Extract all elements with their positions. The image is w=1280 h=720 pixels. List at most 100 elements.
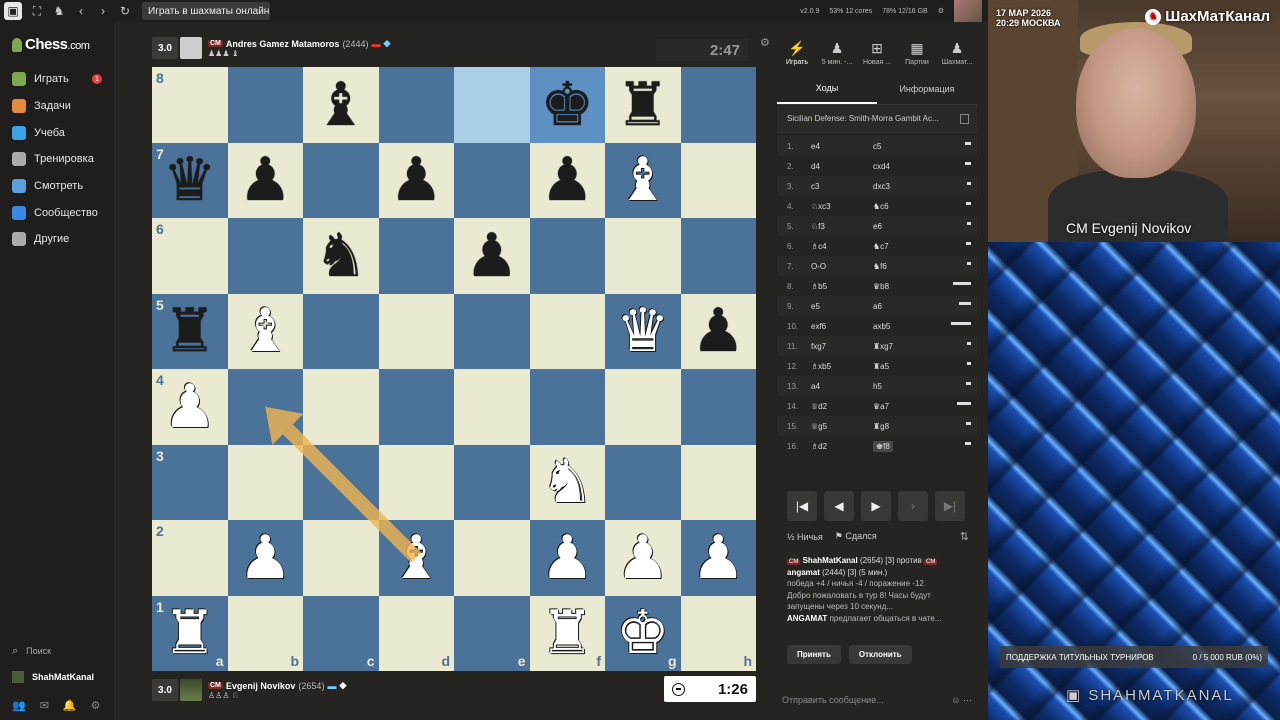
black-move[interactable]: e6 bbox=[873, 222, 882, 231]
tab-moves[interactable]: Ходы bbox=[777, 73, 877, 104]
white-bishop-icon[interactable]: ♝ bbox=[616, 150, 670, 210]
square-g1[interactable]: g ♚ bbox=[605, 595, 681, 671]
browser-tab[interactable]: Играть в шахматы онлайн ... bbox=[142, 2, 270, 20]
square-h5[interactable]: ♟ bbox=[680, 293, 756, 369]
back-icon[interactable]: ‹ bbox=[70, 0, 92, 22]
square-c1[interactable]: c bbox=[303, 595, 379, 671]
square-a6[interactable]: 6 bbox=[152, 218, 228, 294]
mail-icon[interactable]: ✉ bbox=[40, 699, 49, 712]
white-queen-icon[interactable]: ♛ bbox=[616, 301, 670, 361]
white-move[interactable]: ♗c4 bbox=[811, 242, 873, 251]
panel-tab-1[interactable]: ♟ 5 мин. -... bbox=[817, 33, 857, 73]
first-move-button[interactable]: |◀ bbox=[787, 491, 817, 521]
black-rook-icon[interactable]: ♜ bbox=[616, 75, 670, 135]
square-e8[interactable] bbox=[454, 67, 530, 143]
square-b2[interactable]: ♟ bbox=[227, 520, 303, 596]
square-f3[interactable]: ♞ bbox=[529, 444, 605, 520]
black-move[interactable]: h5 bbox=[873, 382, 882, 391]
square-a1[interactable]: 1 a ♜ bbox=[152, 595, 228, 671]
white-rook-icon[interactable]: ♜ bbox=[163, 603, 217, 663]
white-bishop-icon[interactable]: ♝ bbox=[389, 528, 443, 588]
white-move[interactable]: e4 bbox=[811, 142, 873, 151]
square-h3[interactable] bbox=[680, 444, 756, 520]
white-move[interactable]: ♕g5 bbox=[811, 422, 873, 431]
square-e2[interactable] bbox=[454, 520, 530, 596]
forward-icon[interactable]: › bbox=[92, 0, 114, 22]
panel-tab-4[interactable]: ♟ Шахмат... bbox=[937, 33, 977, 73]
sidebar-item-4[interactable]: Смотреть bbox=[0, 173, 114, 200]
white-move[interactable]: ♕d2 bbox=[811, 402, 873, 411]
square-a3[interactable]: 3 bbox=[152, 444, 228, 520]
square-b6[interactable] bbox=[227, 218, 303, 294]
square-g2[interactable]: ♟ bbox=[605, 520, 681, 596]
black-move[interactable]: c5 bbox=[873, 142, 881, 151]
white-move[interactable]: ♘f3 bbox=[811, 222, 873, 231]
sidebar-item-5[interactable]: Сообщество bbox=[0, 199, 114, 226]
white-move[interactable]: exf6 bbox=[811, 322, 873, 331]
square-f7[interactable]: ♟ bbox=[529, 142, 605, 218]
square-f4[interactable] bbox=[529, 369, 605, 445]
black-knight-icon[interactable]: ♞ bbox=[314, 226, 368, 286]
last-move-button[interactable]: ▶| bbox=[935, 491, 965, 521]
extension-icon[interactable]: ♞ bbox=[48, 0, 70, 22]
white-bishop-icon[interactable]: ♝ bbox=[238, 301, 292, 361]
tab-info[interactable]: Информация bbox=[877, 73, 977, 104]
prev-move-button[interactable]: ◀ bbox=[824, 491, 854, 521]
white-king-icon[interactable]: ♚ bbox=[616, 603, 670, 663]
square-h7[interactable] bbox=[680, 142, 756, 218]
black-king-icon[interactable]: ♚ bbox=[540, 75, 594, 135]
chesscom-logo[interactable]: Chess.com bbox=[12, 36, 90, 53]
settings-icon[interactable]: ⚙ bbox=[938, 7, 944, 15]
emoji-icon[interactable]: ☺ ⋯ bbox=[951, 695, 972, 706]
black-pawn-icon[interactable]: ♟ bbox=[691, 301, 745, 361]
black-move[interactable]: ♜xg7 bbox=[873, 342, 893, 351]
resign-button[interactable]: ⚑ Сдался bbox=[835, 531, 877, 542]
square-d4[interactable] bbox=[378, 369, 454, 445]
square-a4[interactable]: 4 ♟ bbox=[152, 369, 228, 445]
black-move[interactable]: ♜g8 bbox=[873, 422, 889, 431]
square-c8[interactable]: ♝ bbox=[303, 67, 379, 143]
square-b8[interactable] bbox=[227, 67, 303, 143]
square-b4[interactable] bbox=[227, 369, 303, 445]
square-c6[interactable]: ♞ bbox=[303, 218, 379, 294]
white-move[interactable]: ♗xb5 bbox=[811, 362, 873, 371]
black-pawn-icon[interactable]: ♟ bbox=[389, 150, 443, 210]
white-pawn-icon[interactable]: ♟ bbox=[238, 528, 292, 588]
square-h6[interactable] bbox=[680, 218, 756, 294]
square-d7[interactable]: ♟ bbox=[378, 142, 454, 218]
black-move[interactable]: ♚f8 bbox=[873, 440, 893, 452]
square-d6[interactable] bbox=[378, 218, 454, 294]
bell-icon[interactable]: 🔔 bbox=[63, 699, 77, 712]
sidebar-item-1[interactable]: Задачи bbox=[0, 93, 114, 120]
black-move[interactable]: dxc3 bbox=[873, 182, 890, 191]
square-c4[interactable] bbox=[303, 369, 379, 445]
black-bishop-icon[interactable]: ♝ bbox=[314, 75, 368, 135]
user-item[interactable]: ShahMatKanal bbox=[0, 664, 114, 690]
square-a5[interactable]: 5 ♜ bbox=[152, 293, 228, 369]
search-item[interactable]: ⌕ Поиск bbox=[0, 638, 114, 664]
square-f1[interactable]: f ♜ bbox=[529, 595, 605, 671]
white-pawn-icon[interactable]: ♟ bbox=[540, 528, 594, 588]
play-button[interactable]: ▶ bbox=[861, 491, 891, 521]
gear-icon[interactable]: ⚙ bbox=[91, 699, 101, 712]
square-c2[interactable] bbox=[303, 520, 379, 596]
black-move[interactable]: ♛a7 bbox=[873, 402, 889, 411]
top-player-avatar[interactable] bbox=[180, 37, 202, 59]
white-pawn-icon[interactable]: ♟ bbox=[163, 377, 217, 437]
black-move[interactable]: axb5 bbox=[873, 322, 890, 331]
square-b3[interactable] bbox=[227, 444, 303, 520]
square-d1[interactable]: d bbox=[378, 595, 454, 671]
black-move[interactable]: ♞c7 bbox=[873, 242, 889, 251]
white-move[interactable]: ♘xc3 bbox=[811, 202, 873, 211]
square-g4[interactable] bbox=[605, 369, 681, 445]
white-move[interactable]: a4 bbox=[811, 382, 873, 391]
black-move[interactable]: ♛b8 bbox=[873, 282, 889, 291]
black-move[interactable]: ♞c6 bbox=[873, 202, 889, 211]
white-move[interactable]: fxg7 bbox=[811, 342, 873, 351]
square-e6[interactable]: ♟ bbox=[454, 218, 530, 294]
panel-tab-3[interactable]: ▦ Партии bbox=[897, 33, 937, 73]
square-b1[interactable]: b bbox=[227, 595, 303, 671]
square-c3[interactable] bbox=[303, 444, 379, 520]
square-e4[interactable] bbox=[454, 369, 530, 445]
square-f6[interactable] bbox=[529, 218, 605, 294]
